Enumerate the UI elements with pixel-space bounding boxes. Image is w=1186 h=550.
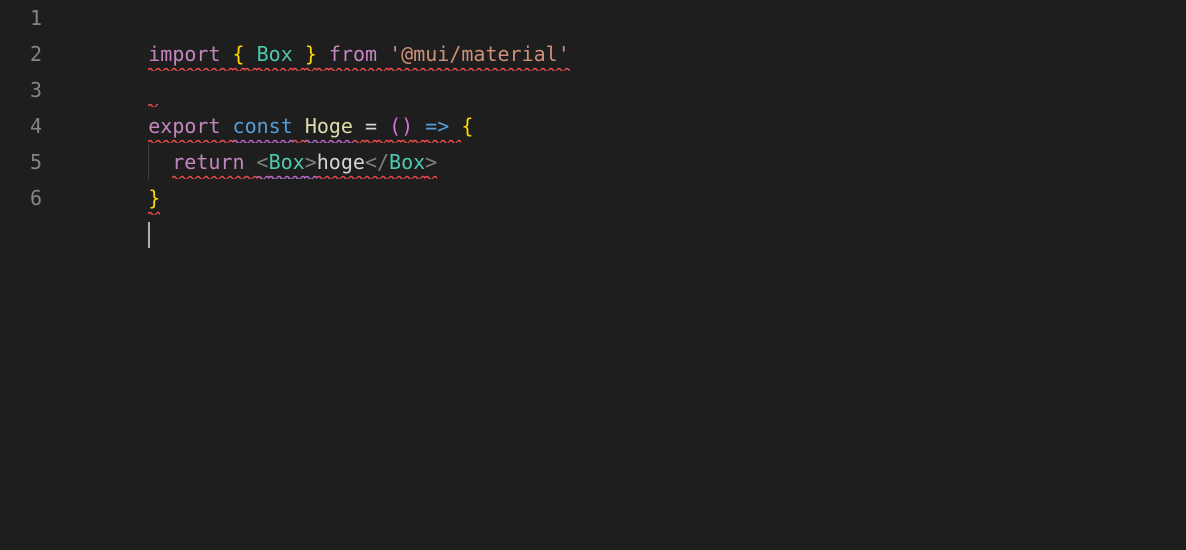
code-area[interactable]: import { Box } from '@mui/material' expo… bbox=[60, 0, 1186, 550]
line-number: 1 bbox=[0, 0, 42, 36]
text-cursor bbox=[148, 222, 150, 248]
line-number: 3 bbox=[0, 72, 42, 108]
code-line[interactable]: } bbox=[76, 144, 1186, 180]
code-editor[interactable]: 1 2 3 4 5 6 import { Box } from '@mui/ma… bbox=[0, 0, 1186, 550]
line-number: 2 bbox=[0, 36, 42, 72]
code-line[interactable] bbox=[76, 36, 1186, 72]
line-number-gutter: 1 2 3 4 5 6 bbox=[0, 0, 60, 550]
line-number: 5 bbox=[0, 144, 42, 180]
code-line[interactable]: export const Hoge = () => { bbox=[76, 72, 1186, 108]
code-line[interactable]: import { Box } from '@mui/material' bbox=[76, 0, 1186, 36]
line-number: 6 bbox=[0, 180, 42, 216]
code-line[interactable] bbox=[76, 180, 1186, 216]
line-number: 4 bbox=[0, 108, 42, 144]
code-line[interactable]: return <Box>hoge</Box> bbox=[76, 108, 1186, 144]
